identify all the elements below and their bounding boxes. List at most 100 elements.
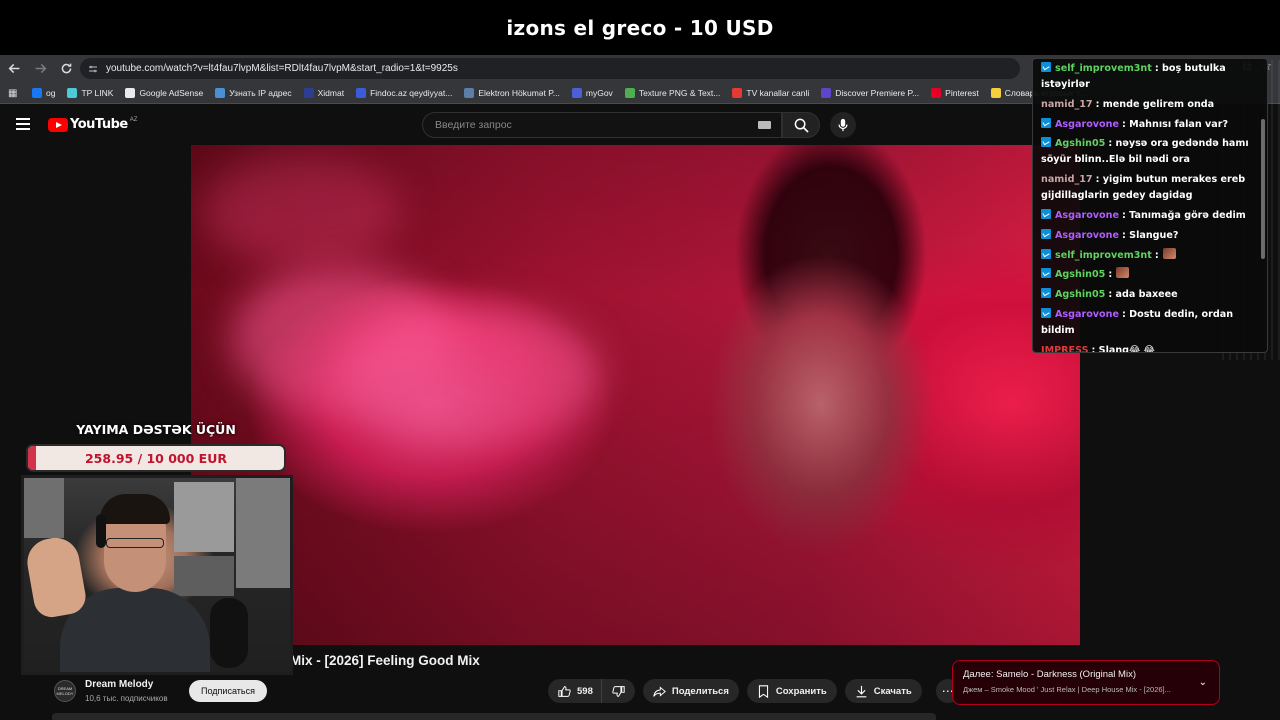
chat-text: :	[1154, 249, 1159, 261]
chat-message: Agshin05: nəysə ora gedəndə hamı söyür b…	[1041, 136, 1261, 168]
keyboard-icon[interactable]	[758, 121, 771, 129]
share-label: Поделиться	[671, 685, 729, 697]
subscribe-button[interactable]: Подписаться	[189, 680, 267, 702]
chat-message: self_improvem3nt: boş butulka istəyirlər	[1041, 61, 1261, 93]
bookmark-favicon-icon	[990, 87, 1001, 98]
voice-search-button[interactable]	[830, 112, 856, 138]
video-player[interactable]	[191, 145, 1080, 645]
bookmark-label: TV kanallar canli	[746, 87, 810, 98]
bookmark-favicon-icon	[821, 87, 832, 98]
youtube-play-icon	[48, 117, 68, 132]
thumbs-down-icon	[612, 685, 625, 697]
channel-name[interactable]: Dream Melody	[85, 679, 153, 690]
channel-row: DREAM MELODY Dream Melody 10,6 тыс. подп…	[54, 678, 454, 708]
bookmark-item[interactable]: Pinterest	[931, 87, 979, 98]
video-frame-shade	[191, 145, 1080, 645]
chat-message: IMPRESS: Şlang😂 😂	[1041, 343, 1261, 353]
chat-text: : Mahnısı falan var?	[1121, 118, 1229, 130]
bookmark-icon	[758, 684, 768, 698]
bookmark-favicon-icon	[732, 87, 743, 98]
chat-overlay: self_improvem3nt: boş butulka istəyirlər…	[1032, 58, 1268, 353]
stream-title-banner: izons el greco - 10 USD	[0, 0, 1280, 55]
verified-badge-icon	[1041, 137, 1051, 148]
wall-poster	[236, 478, 290, 588]
up-next-card[interactable]: Далее: Samelo - Darkness (Original Mix) …	[952, 660, 1220, 705]
chat-username[interactable]: self_improvem3nt	[1055, 250, 1152, 261]
chat-message: Asgarovone: Dostu dedin, ordan bildim	[1041, 307, 1261, 339]
chat-username[interactable]: IMPRESS	[1041, 345, 1088, 352]
share-icon	[653, 685, 666, 697]
bookmark-label: Pinterest	[945, 87, 979, 98]
share-button[interactable]: Поделиться	[642, 679, 739, 703]
forward-button[interactable]	[28, 57, 52, 81]
hamburger-icon[interactable]	[16, 118, 30, 130]
description-box-edge	[52, 713, 936, 720]
youtube-logo[interactable]: YouTube AZ	[48, 117, 137, 132]
bookmark-label: Findoc.az qeydiyyat...	[370, 87, 453, 98]
like-button[interactable]: 598	[548, 679, 602, 703]
chat-username[interactable]: Agshin05	[1055, 138, 1105, 149]
search-icon	[794, 118, 809, 133]
bookmark-favicon-icon	[32, 87, 42, 98]
bookmark-label: myGov	[585, 87, 613, 98]
chat-text: : Slangue?	[1121, 229, 1179, 241]
chat-username[interactable]: Asgarovone	[1055, 210, 1119, 221]
channel-subscribers: 10,6 тыс. подписчиков	[85, 694, 168, 703]
chat-message: namid_17: yigim butun merakes ereb gijdi…	[1041, 172, 1261, 204]
bookmark-item[interactable]: TP LINK	[67, 87, 114, 98]
bookmark-item[interactable]: Xidmat	[303, 87, 344, 98]
bookmark-item[interactable]: TV kanallar canli	[732, 87, 810, 98]
wall-poster	[174, 482, 234, 552]
bookmark-item[interactable]: myGov	[571, 87, 613, 98]
support-heading: YAYIMA DƏSTƏK ÜÇÜN	[76, 422, 236, 437]
bookmark-label: Узнать IP адрес	[229, 87, 292, 98]
chat-username[interactable]: Asgarovone	[1055, 230, 1119, 241]
bookmark-item[interactable]: Texture PNG & Text...	[624, 87, 720, 98]
chat-username[interactable]: Asgarovone	[1055, 309, 1119, 320]
verified-badge-icon	[1041, 228, 1051, 239]
bookmark-label: Google AdSense	[139, 87, 204, 98]
bookmark-item[interactable]: Findoc.az qeydiyyat...	[356, 87, 453, 98]
headset-icon	[96, 514, 106, 548]
donation-progress-text: 258.95 / 10 000 EUR	[84, 450, 227, 466]
chat-username[interactable]: Asgarovone	[1055, 119, 1119, 130]
bookmark-item[interactable]: og	[32, 87, 55, 98]
bookmark-item[interactable]: Discover Premiere P...	[821, 87, 919, 98]
bookmark-item[interactable]: Узнать IP адрес	[215, 87, 292, 98]
bookmark-favicon-icon	[624, 87, 635, 98]
waving-hand	[24, 534, 89, 620]
chat-scrollbar[interactable]	[1261, 119, 1265, 259]
bookmark-item[interactable]: Elektron Hökumət P...	[464, 87, 560, 98]
chat-text: : Şlang😂 😂	[1091, 344, 1155, 353]
arrow-right-icon	[35, 63, 46, 74]
site-settings-icon[interactable]	[88, 64, 98, 74]
dislike-button[interactable]	[601, 679, 635, 703]
video-title[interactable]: Mix - [2026] Feeling Good Mix	[290, 653, 480, 668]
chevron-down-icon[interactable]: ⌄	[1199, 677, 1207, 688]
search-placeholder: Введите запрос	[435, 119, 512, 131]
chat-username[interactable]: self_improvem3nt	[1055, 63, 1152, 74]
search-button[interactable]	[782, 112, 820, 138]
chat-username[interactable]: namid_17	[1041, 99, 1093, 110]
chat-username[interactable]: namid_17	[1041, 174, 1093, 185]
channel-avatar[interactable]: DREAM MELODY	[54, 680, 76, 702]
reload-button[interactable]	[54, 57, 78, 81]
url-text: youtube.com/watch?v=lt4fau7lvpM&list=RDl…	[106, 63, 458, 74]
url-field[interactable]: youtube.com/watch?v=lt4fau7lvpM&list=RDl…	[80, 58, 1020, 79]
verified-badge-icon	[1041, 268, 1051, 279]
download-button[interactable]: Скачать	[844, 679, 922, 703]
download-label: Скачать	[873, 685, 912, 697]
save-button[interactable]: Сохранить	[746, 679, 837, 703]
apps-grid-icon[interactable]: ▦	[8, 88, 18, 99]
search-input[interactable]: Введите запрос	[422, 112, 782, 138]
chat-message: Asgarovone: Mahnısı falan var?	[1041, 117, 1261, 133]
bookmark-label: TP LINK	[81, 87, 114, 98]
chat-username[interactable]: Agshin05	[1055, 289, 1105, 300]
chat-username[interactable]: Agshin05	[1055, 269, 1105, 280]
reload-icon	[61, 63, 71, 74]
chat-message-list: self_improvem3nt: boş butulka istəyirlər…	[1041, 61, 1261, 353]
back-button[interactable]	[2, 57, 26, 81]
bookmark-item[interactable]: Google AdSense	[125, 87, 204, 98]
stream-title: izons el greco - 10 USD	[506, 15, 774, 40]
verified-badge-icon	[1041, 288, 1051, 299]
